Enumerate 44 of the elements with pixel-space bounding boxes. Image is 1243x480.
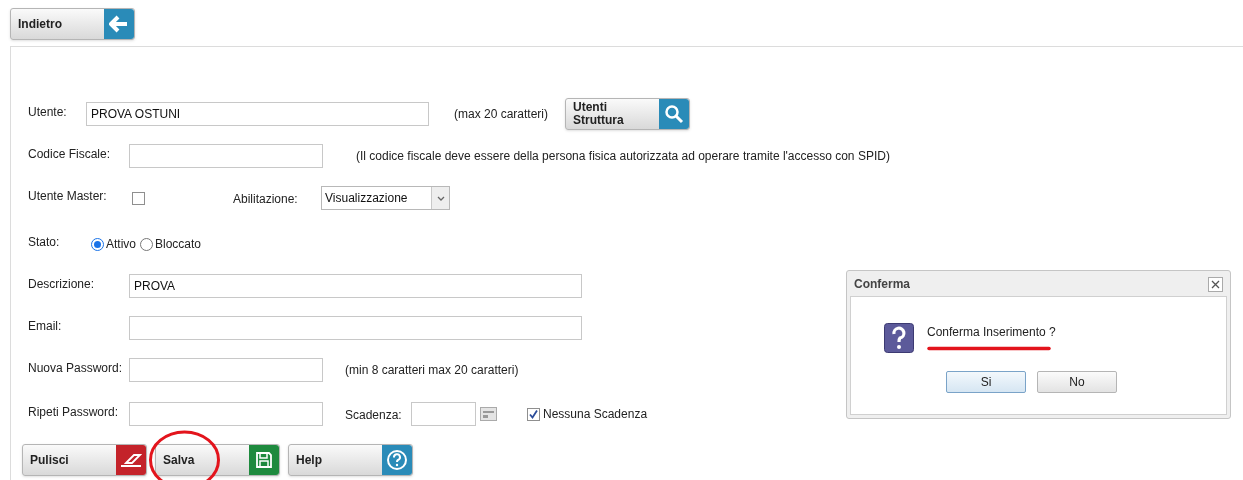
tax-code-field[interactable]	[129, 144, 323, 168]
search-icon	[664, 104, 685, 124]
lookup-users-button[interactable]: Utenti Struttura	[565, 98, 691, 130]
dialog-button[interactable]: Si	[946, 371, 1026, 393]
field-hint: (Il codice fiscale deve essere della persona fisica autorizzata ad operare tramite l'accesso con SPID)	[356, 148, 890, 165]
eraser-icon	[120, 453, 142, 467]
field-label: Codice Fiscale:	[28, 146, 112, 163]
field-hint: (max 20 caratteri)	[454, 106, 549, 123]
field-label: Utente Master:	[28, 188, 108, 205]
dialog-message: Conferma Inserimento ?	[927, 324, 1056, 341]
calendar-icon[interactable]	[480, 407, 497, 421]
field-label: Descrizione:	[28, 276, 96, 293]
checkbox[interactable]	[132, 191, 145, 205]
field-label: Stato:	[28, 234, 61, 251]
question-mark-icon	[884, 323, 914, 353]
chevron-down-icon	[436, 195, 445, 201]
question-mark-icon	[386, 449, 408, 471]
username-field[interactable]: PROVA OSTUNI	[86, 102, 429, 126]
expiry-date-field[interactable]	[411, 402, 476, 426]
close-button[interactable]	[1208, 276, 1223, 292]
dialog-title: Conferma	[854, 276, 910, 293]
dialog-button[interactable]: No	[1037, 371, 1117, 393]
clear-button[interactable]: Pulisci	[22, 444, 147, 476]
field-label: Ripeti Password:	[28, 404, 120, 421]
field-hint: (min 8 caratteri max 20 caratteri)	[345, 362, 519, 379]
field-label: Abilitazione:	[233, 190, 299, 208]
field-label: Scadenza:	[345, 406, 403, 424]
repeat-password-field[interactable]	[129, 402, 323, 426]
description-field[interactable]: PROVA	[129, 274, 582, 298]
save-button[interactable]: Salva	[155, 444, 280, 476]
field-label: Nuova Password:	[28, 360, 124, 377]
arrow-left-icon	[109, 14, 129, 34]
close-icon	[1211, 279, 1220, 289]
radio-option[interactable]: Bloccato	[140, 235, 202, 253]
email-field[interactable]	[129, 316, 582, 340]
radio-option[interactable]: Attivo	[91, 235, 136, 253]
permission-dropdown[interactable]: Visualizzazione	[321, 186, 450, 210]
password-field[interactable]	[129, 358, 323, 382]
help-button[interactable]: Help	[288, 444, 413, 476]
checkbox[interactable]	[527, 407, 540, 421]
field-label: Email:	[28, 318, 63, 335]
checkbox-label: Nessuna Scadenza	[543, 406, 648, 423]
back-button[interactable]: Indietro	[10, 8, 135, 40]
field-label: Utente:	[28, 104, 68, 121]
